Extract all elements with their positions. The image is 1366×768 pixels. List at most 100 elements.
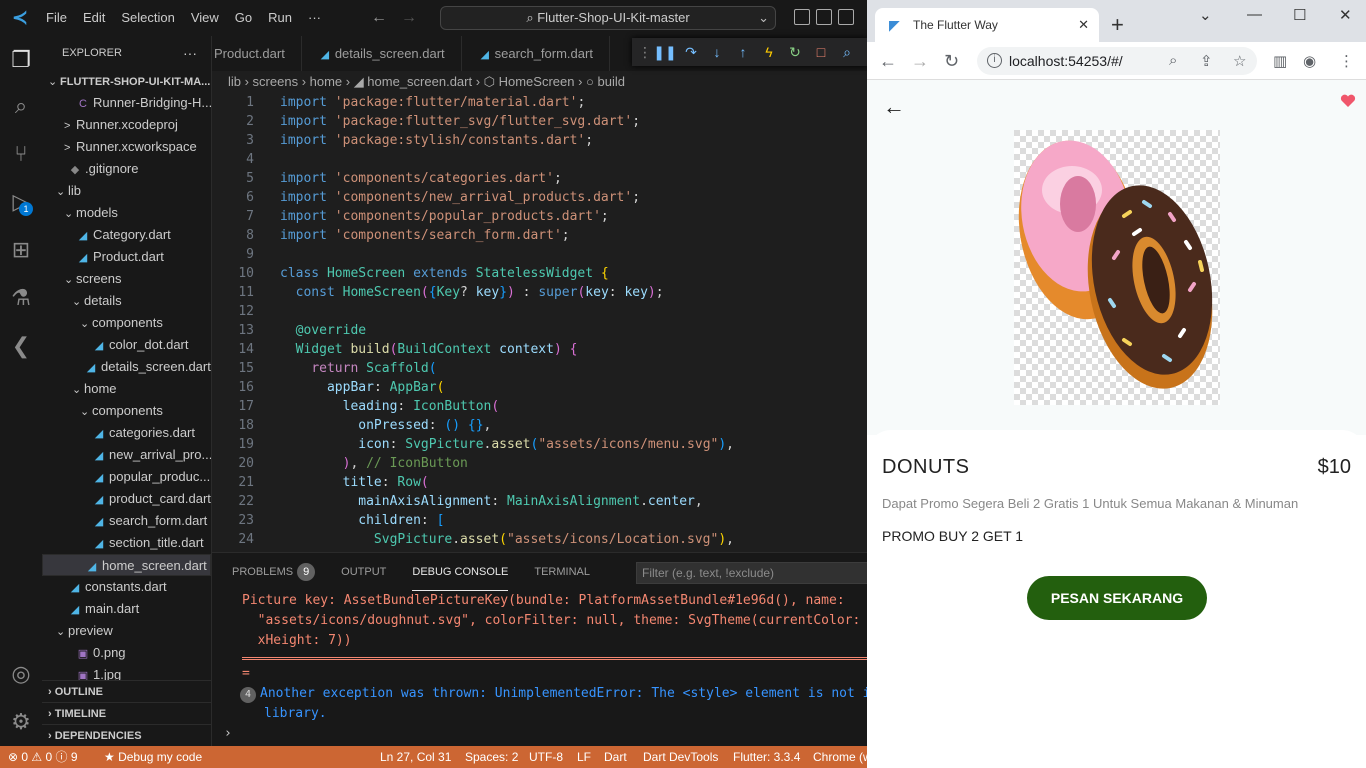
code-line[interactable]: 16 appBar: AppBar( (212, 378, 867, 397)
reload-icon[interactable]: ↻ (944, 51, 959, 71)
tree-file[interactable]: ▣ 0.png (42, 642, 211, 664)
menu-item[interactable]: Selection (113, 0, 182, 36)
toggle-sidebar-icon[interactable] (794, 9, 810, 25)
tree-folder[interactable]: ⌄ home (42, 378, 211, 400)
tab-search-icon[interactable]: ⌄ (1199, 6, 1212, 24)
status-language[interactable]: Dart (604, 746, 627, 768)
minimize-icon[interactable]: — (1247, 6, 1262, 23)
outline-section[interactable]: › OUTLINE (42, 680, 211, 702)
tree-folder[interactable]: ⌄ components (42, 400, 211, 422)
breadcrumb[interactable]: lib › screens › home › ◢ home_screen.dar… (212, 71, 867, 93)
code-editor[interactable]: 1 import 'package:flutter/material.dart';… (212, 93, 867, 552)
side-panel-icon[interactable]: ▥ (1273, 52, 1287, 70)
panel-tab[interactable]: OUTPUT (341, 553, 386, 591)
drag-handle-icon[interactable]: ⋮ (638, 44, 652, 61)
code-line[interactable]: 19 icon: SvgPicture.asset("assets/icons/… (212, 435, 867, 454)
tree-folder[interactable]: ⌄ preview (42, 620, 211, 642)
close-tab-icon[interactable]: ✕ (1078, 8, 1089, 42)
panel-tab[interactable]: TERMINAL (534, 553, 590, 591)
code-line[interactable]: 12 (212, 302, 867, 321)
menu-item[interactable]: Go (227, 0, 260, 36)
code-line[interactable]: 18 onPressed: () {}, (212, 416, 867, 435)
step-into-icon[interactable]: ↓ (704, 44, 730, 60)
filter-input[interactable]: Filter (e.g. text, !exclude) (636, 562, 867, 584)
tree-folder[interactable]: > Runner.xcodeproj (42, 114, 211, 136)
step-over-icon[interactable]: ↷ (678, 44, 704, 61)
code-line[interactable]: 11 const HomeScreen({Key? key}) : super(… (212, 283, 867, 302)
editor-tab[interactable]: Product.dart (212, 36, 302, 71)
code-line[interactable]: 15 return Scaffold( (212, 359, 867, 378)
menu-item[interactable]: Edit (75, 0, 113, 36)
restart-icon[interactable]: ↻ (782, 44, 808, 61)
timeline-section[interactable]: › TIMELINE (42, 702, 211, 724)
tree-file[interactable]: ◢ home_screen.dart (42, 554, 211, 576)
code-line[interactable]: 3 import 'package:stylish/constants.dart'… (212, 131, 867, 150)
menu-item[interactable]: File (38, 0, 75, 36)
forward-arrow-icon[interactable]: → (401, 9, 417, 26)
tree-file[interactable]: ◢ Product.dart (42, 246, 211, 268)
menu-item[interactable]: Run (260, 0, 300, 36)
tree-file[interactable]: ◢ product_card.dart (42, 488, 211, 510)
close-window-icon[interactable]: ✕ (1339, 6, 1352, 24)
tree-file[interactable]: ◢ details_screen.dart (42, 356, 211, 378)
status-spaces[interactable]: Spaces: 2 (465, 746, 518, 768)
new-tab-icon[interactable]: + (1111, 8, 1124, 42)
tree-folder[interactable]: ⌄ screens (42, 268, 211, 290)
code-line[interactable]: 8 import 'components/search_form.dart'; (212, 226, 867, 245)
chevron-down-icon[interactable]: ⌄ (758, 7, 769, 29)
code-line[interactable]: 23 children: [ (212, 511, 867, 530)
bookmark-star-icon[interactable]: ☆ (1233, 52, 1246, 70)
tree-folder[interactable]: ⌄ details (42, 290, 211, 312)
code-line[interactable]: 22 mainAxisAlignment: MainAxisAlignment.… (212, 492, 867, 511)
address-bar[interactable]: i localhost:54253/#/ (977, 47, 1257, 75)
tree-folder[interactable]: > Runner.xcworkspace (42, 136, 211, 158)
more-actions-icon[interactable]: ··· (183, 36, 197, 70)
tree-file[interactable]: ◆ .gitignore (42, 158, 211, 180)
console-prompt[interactable]: › (212, 724, 867, 744)
settings-gear-icon[interactable]: ⚙ (5, 706, 37, 738)
code-line[interactable]: 1 import 'package:flutter/material.dart'; (212, 93, 867, 112)
testing-icon[interactable]: ⚗ (5, 282, 37, 314)
toggle-panel-icon[interactable] (816, 9, 832, 25)
editor-tab[interactable]: ◢ details_screen.dart (302, 36, 462, 71)
code-line[interactable]: 20 ), // IconButton (212, 454, 867, 473)
panel-tab[interactable]: DEBUG CONSOLE (412, 553, 509, 591)
flutter-icon[interactable]: ❮ (5, 330, 37, 362)
back-arrow-icon[interactable]: ← (883, 94, 905, 120)
source-control-icon[interactable]: ⑂ (5, 138, 37, 170)
tree-folder[interactable]: ⌄ components (42, 312, 211, 334)
code-line[interactable]: 10 class HomeScreen extends StatelessWidg… (212, 264, 867, 283)
toggle-secondary-sidebar-icon[interactable] (838, 9, 854, 25)
status-eol[interactable]: LF (577, 746, 591, 768)
tree-file[interactable]: ◢ new_arrival_pro... (42, 444, 211, 466)
code-line[interactable]: 17 leading: IconButton( (212, 397, 867, 416)
status-devtools[interactable]: Dart DevTools (643, 746, 718, 768)
tree-file[interactable]: ◢ categories.dart (42, 422, 211, 444)
hot-reload-icon[interactable]: ϟ (756, 44, 782, 60)
code-line[interactable]: 4 (212, 150, 867, 169)
code-line[interactable]: 9 (212, 245, 867, 264)
status-flutter[interactable]: Flutter: 3.3.4 (733, 746, 800, 768)
dependencies-section[interactable]: › DEPENDENCIES (42, 724, 211, 746)
search-icon[interactable]: ⌕ (5, 90, 37, 122)
order-now-button[interactable]: PESAN SEKARANG (1027, 576, 1207, 620)
tree-file[interactable]: ◢ main.dart (42, 598, 211, 620)
explorer-icon[interactable]: ❐ (5, 44, 37, 76)
extensions-icon[interactable]: ⊞ (5, 234, 37, 266)
site-info-icon[interactable]: i (987, 53, 1002, 68)
tree-file[interactable]: ◢ color_dot.dart (42, 334, 211, 356)
status-position[interactable]: Ln 27, Col 31 (380, 746, 451, 768)
heart-icon[interactable] (1340, 94, 1356, 108)
stop-icon[interactable]: □ (808, 44, 834, 60)
status-device[interactable]: Chrome (w (813, 746, 867, 768)
tree-file[interactable]: ◢ Category.dart (42, 224, 211, 246)
tree-file[interactable]: C Runner-Bridging-H... (42, 92, 211, 114)
code-line[interactable]: 2 import 'package:flutter_svg/flutter_svg… (212, 112, 867, 131)
tree-folder[interactable]: ⌄ lib (42, 180, 211, 202)
status-encoding[interactable]: UTF-8 (529, 746, 563, 768)
chrome-menu-icon[interactable]: ⋮ (1339, 52, 1354, 70)
command-center[interactable]: ⌕ Flutter-Shop-UI-Kit-master ⌄ (440, 6, 776, 30)
editor-tab[interactable]: ◢ search_form.dart (462, 36, 610, 71)
back-arrow-icon[interactable]: ← (371, 9, 387, 26)
menu-item[interactable]: View (183, 0, 227, 36)
